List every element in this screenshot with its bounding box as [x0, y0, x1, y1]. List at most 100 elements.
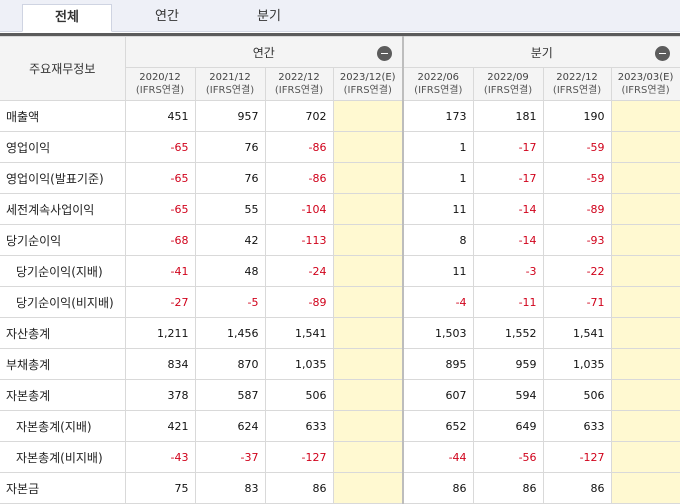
value-cell: 75: [124, 472, 196, 504]
tab-all[interactable]: 전체: [22, 4, 112, 32]
row-label[interactable]: 자본총계: [0, 379, 126, 411]
period-basis: (IFRS연결): [483, 85, 533, 96]
value-cell: [610, 441, 680, 473]
table-row: 영업이익(발표기준) -65 76 -86 1 -17 -59: [0, 162, 680, 194]
value-cell: -27: [124, 286, 196, 318]
value-cell: [332, 441, 404, 473]
value-cell: -86: [264, 162, 334, 194]
collapse-quarterly-icon[interactable]: [654, 46, 670, 61]
period-date: 2022/12: [556, 72, 598, 83]
value-cell: 86: [264, 472, 334, 504]
value-cell: 378: [124, 379, 196, 411]
value-cell: -104: [264, 193, 334, 225]
value-cell: -22: [542, 255, 612, 287]
value-cell: 48: [194, 255, 266, 287]
value-cell: [610, 286, 680, 318]
value-cell: -37: [194, 441, 266, 473]
period-header: 2022/09 (IFRS연결): [472, 67, 544, 101]
table-corner-label: 주요재무정보: [0, 36, 126, 101]
period-basis: (IFRS연결): [414, 85, 463, 96]
row-label[interactable]: 부채총계: [0, 348, 126, 380]
row-label[interactable]: 세전계속사업이익: [0, 193, 126, 225]
value-cell: 834: [124, 348, 196, 380]
value-cell: -5: [194, 286, 266, 318]
value-cell: -86: [264, 131, 334, 163]
table-row: 당기순이익(비지배) -27 -5 -89 -4 -11 -71: [0, 286, 680, 318]
value-cell: [332, 100, 404, 132]
value-cell: -113: [264, 224, 334, 256]
period-basis: (IFRS연결): [552, 85, 602, 96]
row-label[interactable]: 당기순이익: [0, 224, 126, 256]
value-cell: [610, 255, 680, 287]
value-cell: [610, 472, 680, 504]
value-cell: [610, 162, 680, 194]
value-cell: 506: [264, 379, 334, 411]
period-header: 2022/12 (IFRS연결): [542, 67, 612, 101]
period-basis: (IFRS연결): [205, 85, 255, 96]
value-cell: 506: [542, 379, 612, 411]
table-row: 세전계속사업이익 -65 55 -104 11 -14 -89: [0, 193, 680, 225]
row-label[interactable]: 영업이익(발표기준): [0, 162, 126, 194]
value-cell: 1,035: [264, 348, 334, 380]
value-cell: 86: [542, 472, 612, 504]
value-cell: 1,456: [194, 317, 266, 349]
period-header: 2021/12 (IFRS연결): [194, 67, 266, 101]
quarterly-group-label: 분기: [530, 45, 553, 60]
table-row: 자본총계(지배) 421 624 633 652 649 633: [0, 410, 680, 442]
row-label[interactable]: 매출액: [0, 100, 126, 132]
quarterly-group-header: 분기: [402, 36, 680, 68]
period-header: 2023/12(E) (IFRS연결): [332, 67, 404, 101]
value-cell: -56: [472, 441, 544, 473]
value-cell: 1: [402, 162, 474, 194]
row-label[interactable]: 자산총계: [0, 317, 126, 349]
row-label[interactable]: 영업이익: [0, 131, 126, 163]
value-cell: 42: [194, 224, 266, 256]
value-cell: 11: [402, 193, 474, 225]
table-row: 매출액 451 957 702 173 181 190: [0, 100, 680, 132]
value-cell: -3: [472, 255, 544, 287]
tab-annual[interactable]: 연간: [122, 4, 212, 32]
row-label[interactable]: 자본금: [0, 472, 126, 504]
value-cell: [332, 410, 404, 442]
collapse-annual-icon[interactable]: [377, 46, 393, 61]
period-header: 2022/12 (IFRS연결): [264, 67, 334, 101]
value-cell: 959: [472, 348, 544, 380]
value-cell: 957: [194, 100, 266, 132]
tab-quarterly[interactable]: 분기: [226, 4, 312, 32]
value-cell: -4: [402, 286, 474, 318]
row-label[interactable]: 당기순이익(비지배): [0, 286, 126, 318]
annual-group-header: 연간: [124, 36, 404, 68]
value-cell: [610, 131, 680, 163]
value-cell: -24: [264, 255, 334, 287]
row-label[interactable]: 당기순이익(지배): [0, 255, 126, 287]
value-cell: -65: [124, 131, 196, 163]
value-cell: 1: [402, 131, 474, 163]
period-header: 2020/12 (IFRS연결): [124, 67, 196, 101]
period-date: 2022/09: [487, 72, 529, 83]
value-cell: [332, 348, 404, 380]
value-cell: 1,211: [124, 317, 196, 349]
value-cell: 702: [264, 100, 334, 132]
value-cell: 181: [472, 100, 544, 132]
period-header: 2023/03(E) (IFRS연결): [610, 67, 680, 101]
period-basis: (IFRS연결): [343, 85, 392, 96]
value-cell: 624: [194, 410, 266, 442]
value-cell: -65: [124, 162, 196, 194]
value-cell: -68: [124, 224, 196, 256]
value-cell: 649: [472, 410, 544, 442]
row-label[interactable]: 자본총계(비지배): [0, 441, 126, 473]
value-cell: 633: [542, 410, 612, 442]
value-cell: 1,035: [542, 348, 612, 380]
value-cell: 190: [542, 100, 612, 132]
period-date: 2023/03(E): [617, 72, 674, 83]
value-cell: -11: [472, 286, 544, 318]
value-cell: -17: [472, 131, 544, 163]
row-label[interactable]: 자본총계(지배): [0, 410, 126, 442]
value-cell: 86: [402, 472, 474, 504]
value-cell: -127: [264, 441, 334, 473]
value-cell: 633: [264, 410, 334, 442]
table-row: 당기순이익 -68 42 -113 8 -14 -93: [0, 224, 680, 256]
value-cell: 652: [402, 410, 474, 442]
period-header: 2022/06 (IFRS연결): [402, 67, 474, 101]
value-cell: 895: [402, 348, 474, 380]
